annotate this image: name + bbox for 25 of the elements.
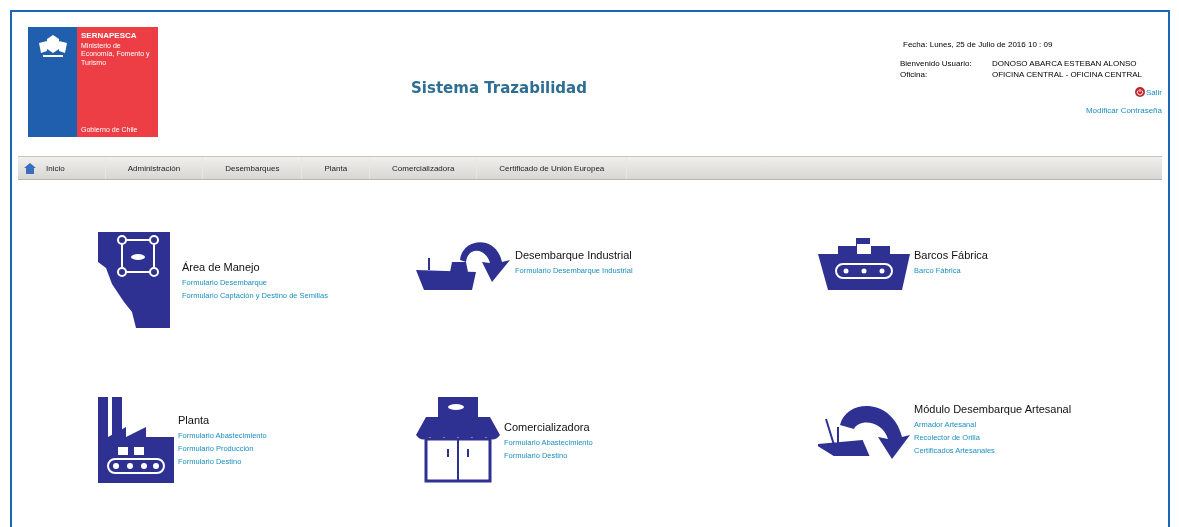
store-icon <box>416 397 500 483</box>
nav-item[interactable]: Desembarques <box>203 157 303 179</box>
user-label: Bienvenido Usuario: <box>900 59 973 68</box>
module-title: Barcos Fábrica <box>914 249 988 261</box>
power-icon <box>1135 87 1145 97</box>
nav-item[interactable]: Planta <box>302 157 371 179</box>
module-title: Comercializadora <box>504 420 591 433</box>
module-title: Módulo Desembarque Artesanal <box>914 403 1072 415</box>
user-name: DONOSO ABARCA ESTEBAN ALONSO <box>992 59 1137 68</box>
home-icon <box>24 162 36 174</box>
office-label: Oficina: <box>900 70 929 79</box>
nav-item[interactable]: Certificado de Unión Europea <box>477 157 628 179</box>
nav-item[interactable]: Comercializadora <box>370 157 478 179</box>
date-text: Fecha: Lunes, 25 de Julio de 2016 10 : 09 <box>903 40 1054 49</box>
module-title: Planta <box>178 414 211 426</box>
system-title: Sistema Trazabilidad <box>410 78 588 99</box>
module-title: Área de Manejo <box>182 260 261 273</box>
module-title: Desembarque Industrial <box>515 249 633 261</box>
nav-item[interactable]: Inicio <box>18 157 106 179</box>
factory-icon <box>98 397 174 483</box>
change-password-link[interactable]: Modificar Contraseña <box>1085 106 1162 115</box>
office-name: OFICINA CENTRAL - OFICINA CENTRAL <box>992 70 1142 79</box>
logo-title: SERNAPESCA <box>81 31 138 40</box>
logout-link[interactable]: Salir <box>1135 87 1162 97</box>
nav-item[interactable]: Administración <box>105 157 204 179</box>
